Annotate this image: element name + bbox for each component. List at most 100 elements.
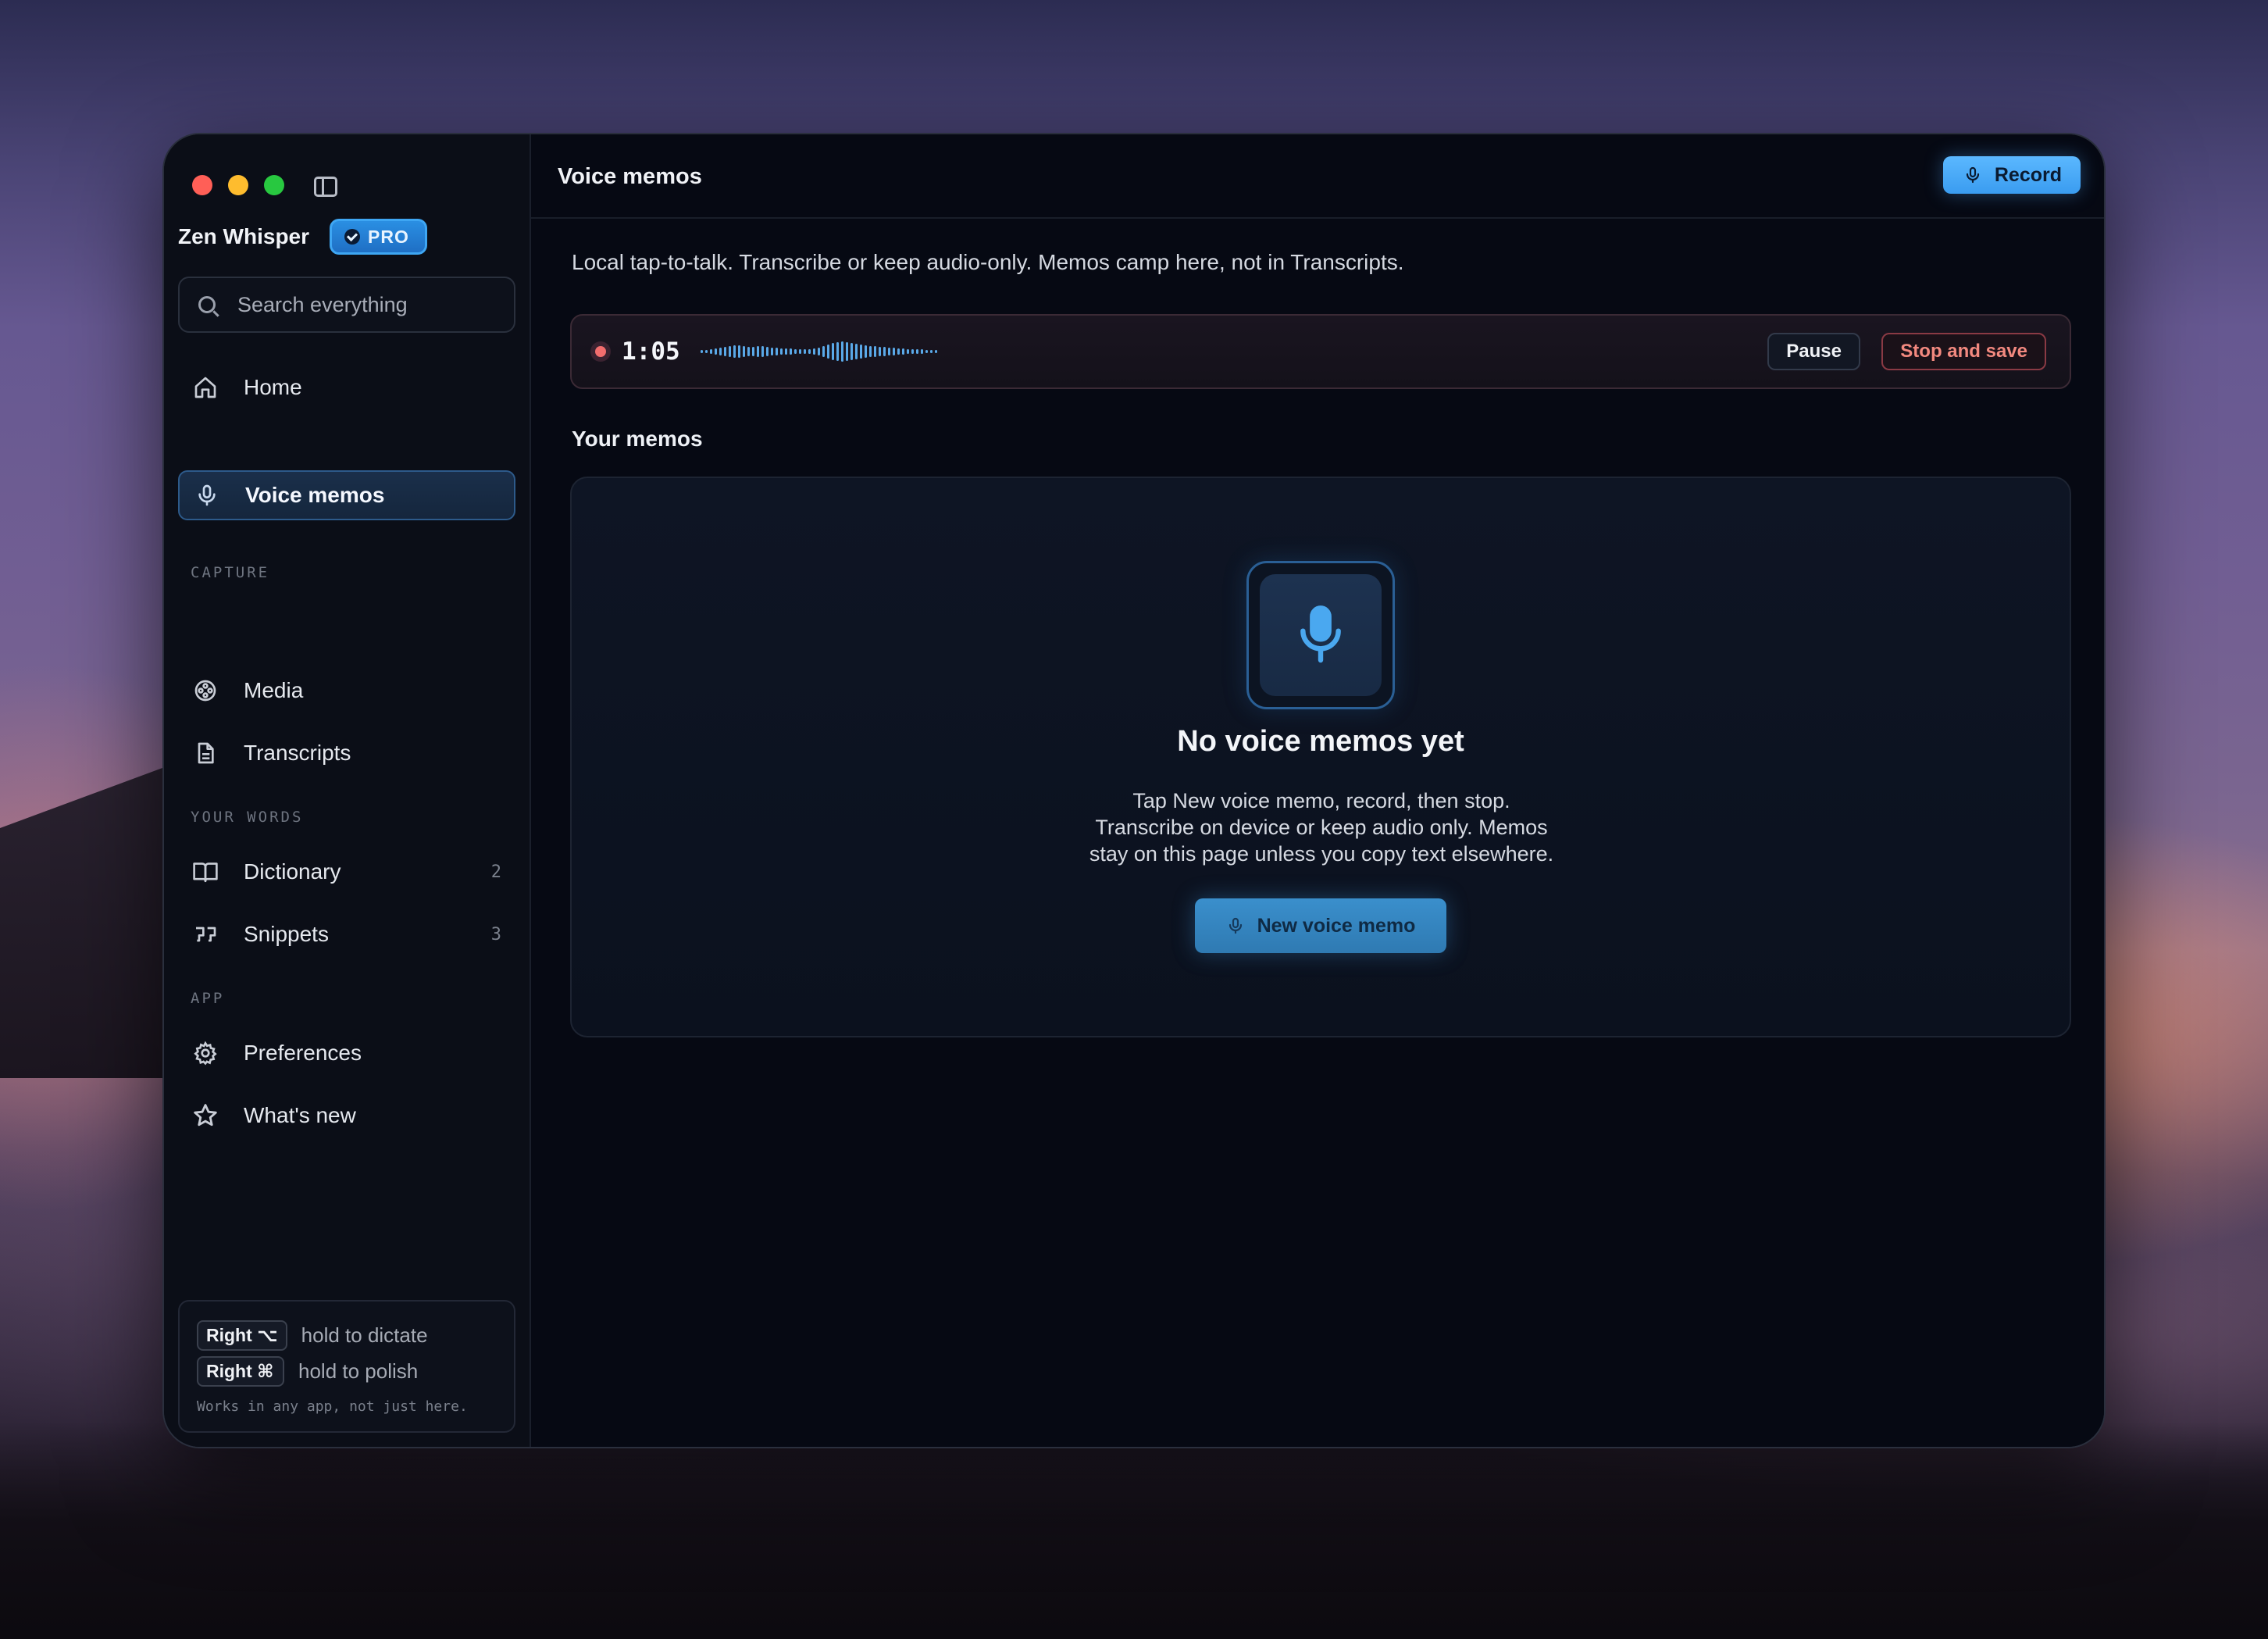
- pro-badge-label: PRO: [368, 226, 409, 247]
- sidebar-item-label: Voice memos: [245, 483, 385, 507]
- new-voice-memo-button[interactable]: New voice memo: [1195, 898, 1446, 953]
- section-label-app: APP: [191, 990, 225, 1007]
- waveform-bar: [897, 348, 900, 355]
- waveform-bar: [793, 349, 797, 354]
- empty-state-card: No voice memos yet Tap New voice memo, r…: [570, 477, 2071, 1037]
- waveform-bar: [789, 348, 792, 355]
- waveform-bar: [840, 341, 843, 362]
- zoom-window-button[interactable]: [264, 175, 284, 195]
- top-bar: Voice memos Record: [531, 134, 2104, 219]
- quote-icon: [192, 921, 219, 948]
- sidebar-item-home[interactable]: Home: [178, 362, 515, 412]
- sidebar: Zen Whisper PRO Search everything Home C…: [164, 134, 531, 1447]
- waveform-bar: [929, 350, 933, 353]
- hotkey-text: hold to dictate: [301, 1323, 428, 1347]
- snippets-count: 3: [490, 924, 501, 944]
- search-input[interactable]: Search everything: [178, 277, 515, 333]
- waveform-bar: [822, 346, 825, 357]
- empty-state-icon-frame: [1246, 561, 1395, 709]
- star-icon: [192, 1102, 219, 1129]
- hotkey-text: hold to polish: [298, 1359, 419, 1383]
- waveform-bar: [714, 348, 717, 355]
- section-label-capture: CAPTURE: [191, 564, 270, 581]
- waveform-bar: [747, 347, 750, 356]
- search-placeholder: Search everything: [237, 292, 408, 316]
- sidebar-toggle-icon[interactable]: [314, 177, 337, 197]
- waveform-bar: [765, 347, 768, 356]
- waveform-bar: [704, 350, 708, 353]
- sidebar-item-whats-new[interactable]: What's new: [178, 1091, 515, 1141]
- empty-state-line: Transcribe on device or keep audio only.…: [1095, 816, 1548, 839]
- page-title: Voice memos: [558, 164, 702, 189]
- memos-heading: Your memos: [572, 427, 703, 451]
- waveform-bar: [770, 348, 773, 355]
- hotkeys-panel: Right ⌥ hold to dictate Right ⌘ hold to …: [178, 1300, 515, 1433]
- recording-indicator-icon: [590, 341, 611, 362]
- sidebar-item-label: Preferences: [244, 1041, 362, 1065]
- waveform-bar: [719, 348, 722, 355]
- document-icon: [192, 740, 219, 766]
- sidebar-item-label: Media: [244, 678, 304, 702]
- sidebar-item-label: Snippets: [244, 922, 329, 946]
- waveform-bar: [831, 343, 834, 360]
- stop-and-save-button[interactable]: Stop and save: [1881, 333, 2046, 370]
- waveform-bar: [803, 349, 806, 354]
- record-button[interactable]: Record: [1942, 156, 2081, 194]
- waveform-bar: [836, 342, 839, 361]
- sidebar-item-label: Dictionary: [244, 859, 341, 884]
- waveform-bar: [911, 349, 914, 354]
- sidebar-item-label: Home: [244, 375, 302, 399]
- waveform-bar: [751, 347, 754, 356]
- waveform-bar: [737, 345, 740, 358]
- mic-icon: [1966, 166, 1979, 184]
- sidebar-item-transcripts[interactable]: Transcripts: [178, 728, 515, 778]
- waveform-bar: [798, 349, 801, 354]
- empty-state-title: No voice memos yet: [1177, 725, 1464, 758]
- app-window: Zen Whisper PRO Search everything Home C…: [162, 133, 2106, 1448]
- book-icon: [192, 859, 219, 885]
- waveform-bar: [733, 345, 736, 358]
- waveform-bar: [864, 345, 867, 358]
- sidebar-item-voice-memos[interactable]: Voice memos: [178, 470, 515, 520]
- new-voice-memo-label: New voice memo: [1257, 914, 1416, 937]
- hotkey-row: Right ⌥ hold to dictate: [197, 1317, 497, 1353]
- waveform-bar: [845, 342, 848, 361]
- waveform-bar: [854, 344, 858, 359]
- page-subtitle: Local tap-to-talk. Transcribe or keep au…: [572, 250, 1404, 274]
- waveform-bar: [756, 346, 759, 357]
- sidebar-item-preferences[interactable]: Preferences: [178, 1028, 515, 1078]
- main-content: Voice memos Record Local tap-to-talk. Tr…: [531, 134, 2104, 1447]
- waveform-bar: [934, 350, 937, 353]
- waveform-bar: [826, 345, 829, 359]
- waveform-bar: [784, 348, 787, 355]
- record-button-label: Record: [1994, 163, 2062, 186]
- sidebar-item-dictionary[interactable]: Dictionary 2: [178, 847, 515, 897]
- waveform-bar: [742, 346, 745, 357]
- waveform-bar: [873, 346, 876, 357]
- waveform-bar: [761, 346, 764, 357]
- pro-badge: PRO: [330, 219, 427, 255]
- app-name: Zen Whisper: [178, 224, 310, 248]
- empty-state-line: Tap New voice memo, record, then stop.: [1132, 789, 1510, 812]
- sidebar-item-label: Transcripts: [244, 741, 351, 765]
- recording-timer: 1:05: [622, 337, 680, 366]
- waveform-bar: [925, 350, 928, 353]
- check-badge-icon: [344, 229, 361, 245]
- sidebar-item-media[interactable]: Media: [178, 666, 515, 716]
- sidebar-item-snippets[interactable]: Snippets 3: [178, 909, 515, 959]
- pause-button[interactable]: Pause: [1767, 333, 1860, 370]
- empty-state-description: Tap New voice memo, record, then stop. T…: [1009, 787, 1634, 867]
- mic-icon: [1228, 917, 1242, 934]
- hotkey-key: Right ⌥: [197, 1319, 287, 1351]
- waveform-bar: [868, 346, 872, 357]
- hotkey-row: Right ⌘ hold to polish: [197, 1353, 497, 1389]
- waveform-bar: [779, 348, 783, 355]
- close-window-button[interactable]: [192, 175, 212, 195]
- minimize-window-button[interactable]: [228, 175, 248, 195]
- background-treeline: [0, 1422, 2268, 1639]
- waveform-bar: [859, 345, 862, 359]
- waveform-bar: [817, 348, 820, 355]
- waveform-bar: [883, 347, 886, 356]
- waveform-bar: [812, 348, 815, 355]
- waveform-bar: [709, 349, 712, 354]
